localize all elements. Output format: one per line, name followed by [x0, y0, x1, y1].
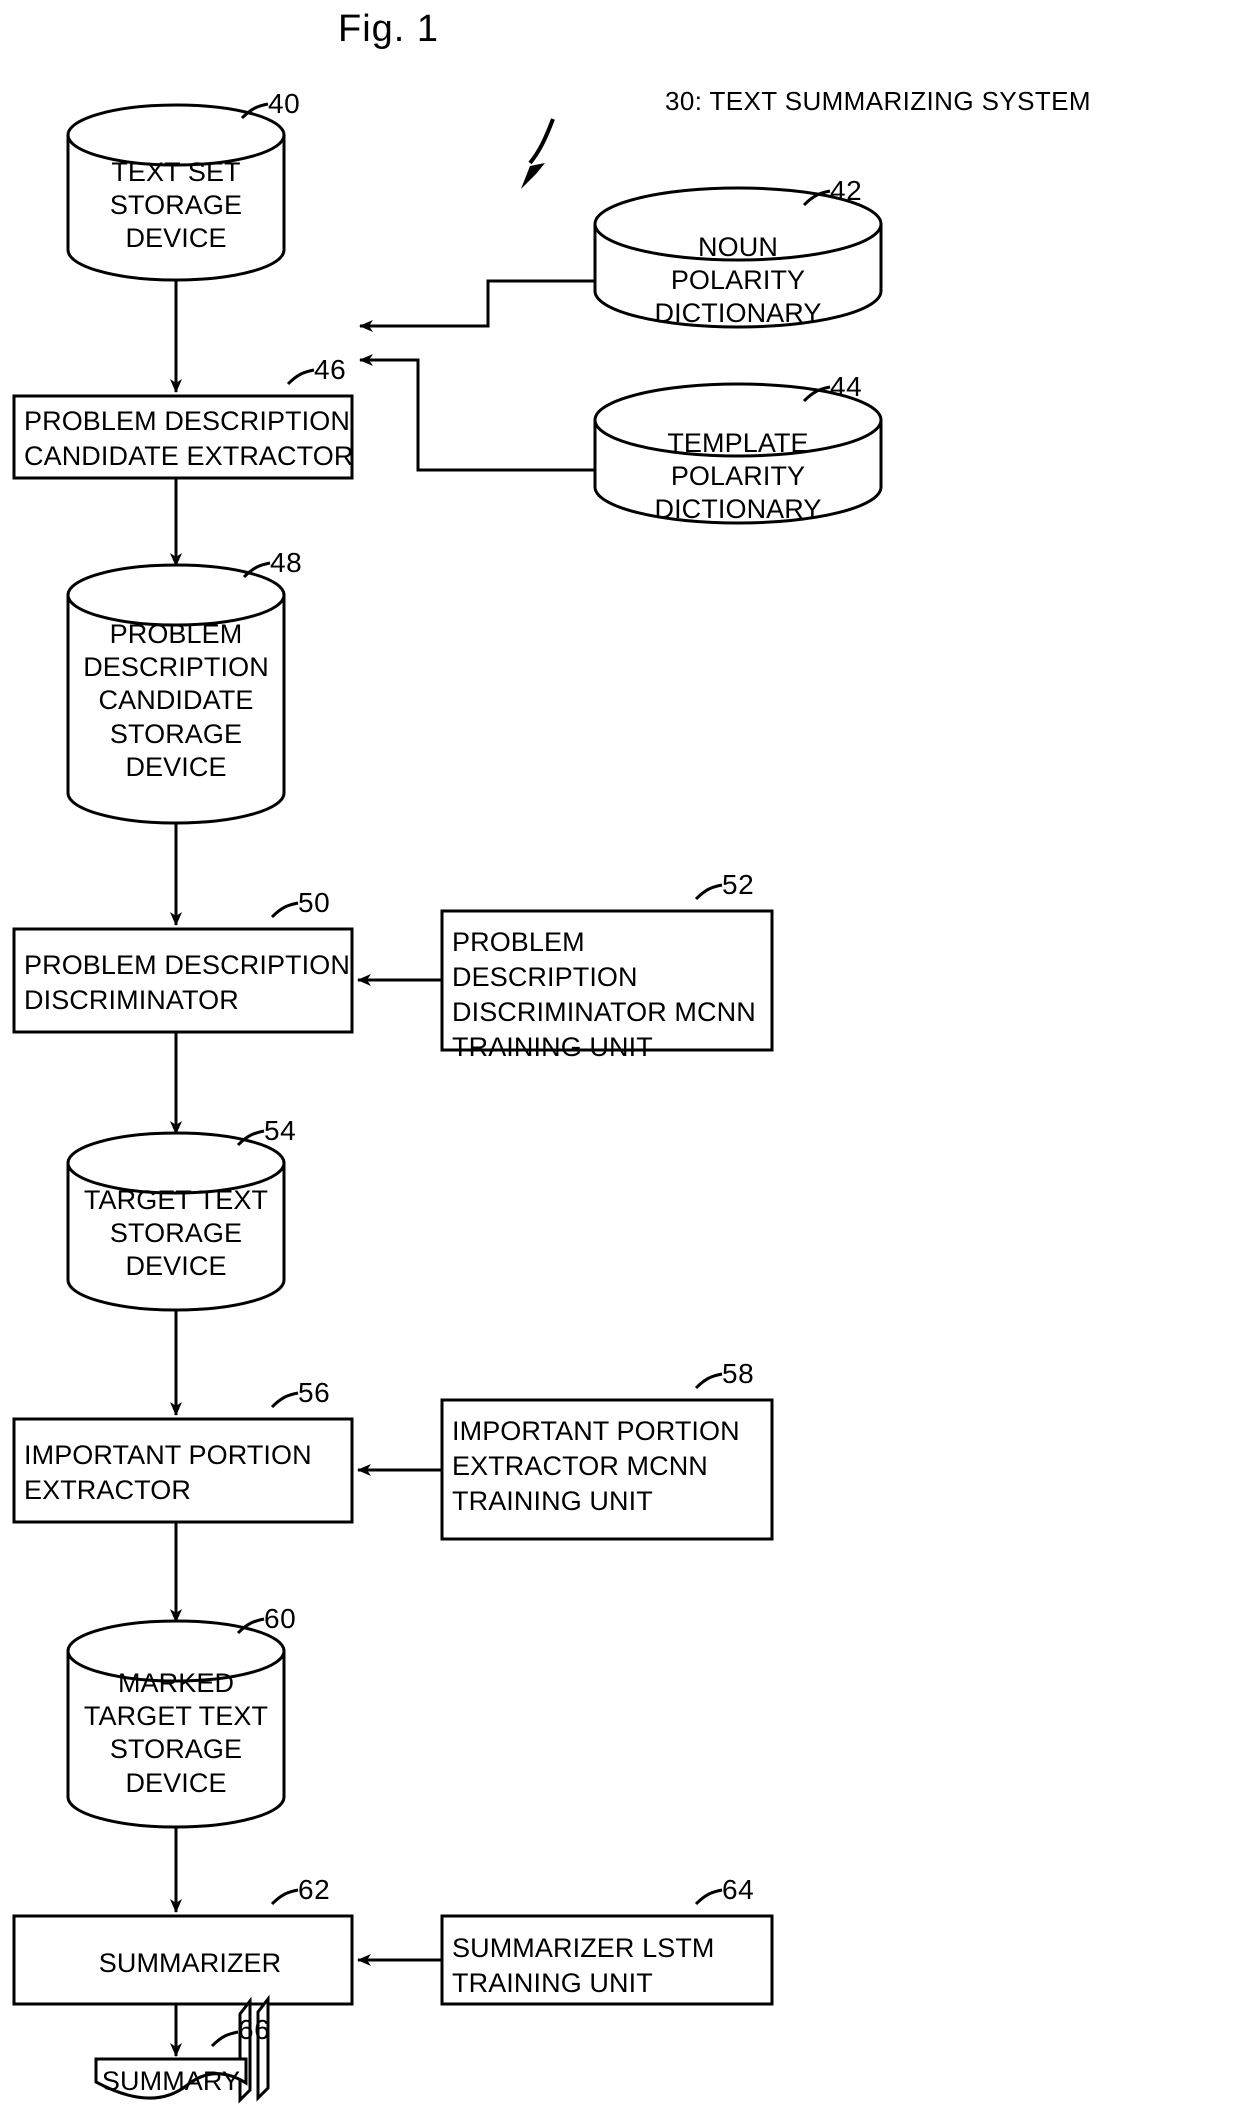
ref-number-50: 50	[298, 887, 331, 918]
ref-number-44: 44	[830, 371, 863, 402]
label-summarizer-training: SUMMARIZER LSTM TRAINING UNIT	[452, 1933, 715, 1999]
label-template-polarity-dictionary: TEMPLATE POLARITY DICTIONARY	[654, 428, 822, 525]
ref-number-56: 56	[298, 1377, 331, 1408]
ref-number-54: 54	[264, 1115, 297, 1146]
label-summarizer: SUMMARIZER	[98, 1948, 282, 1978]
ref-number-60: 60	[264, 1603, 297, 1634]
label-noun-polarity-dictionary: NOUN POLARITY DICTIONARY	[654, 232, 822, 329]
ref-number-46: 46	[314, 354, 347, 385]
label-summary-document: SUMMARY	[101, 2066, 241, 2096]
ref-number-40: 40	[268, 88, 301, 119]
ref-number-48: 48	[270, 547, 303, 578]
label-discriminator-training: PROBLEM DESCRIPTION DISCRIMINATOR MCNN T…	[452, 927, 756, 1063]
ref-number-66: 66	[238, 2014, 271, 2045]
ref-number-64: 64	[722, 1874, 755, 1905]
label-discriminator: PROBLEM DESCRIPTION DISCRIMINATOR	[24, 950, 350, 1016]
ref-number-58: 58	[722, 1358, 755, 1389]
label-marked-target-text-storage: MARKED TARGET TEXT STORAGE DEVICE	[83, 1668, 269, 1798]
system-label: 30: TEXT SUMMARIZING SYSTEM	[665, 86, 1091, 116]
label-important-portion-extractor: IMPORTANT PORTION EXTRACTOR	[24, 1440, 312, 1506]
figure-canvas: Fig. 1 30: TEXT SUMMARIZING SYSTEM 40 TE…	[0, 0, 1240, 2111]
label-candidate-storage: PROBLEM DESCRIPTION CANDIDATE STORAGE DE…	[83, 619, 269, 782]
ref-number-42: 42	[830, 175, 863, 206]
ref-number-62: 62	[298, 1874, 331, 1905]
label-extractor: PROBLEM DESCRIPTION CANDIDATE EXTRACTOR	[24, 406, 354, 472]
ref-number-52: 52	[722, 869, 755, 900]
figure-title: Fig. 1	[338, 8, 440, 50]
label-text-set-storage: TEXT SET STORAGE DEVICE	[109, 157, 243, 254]
label-target-text-storage: TARGET TEXT STORAGE DEVICE	[83, 1185, 269, 1282]
label-important-portion-training: IMPORTANT PORTION EXTRACTOR MCNN TRAININ…	[452, 1416, 740, 1517]
